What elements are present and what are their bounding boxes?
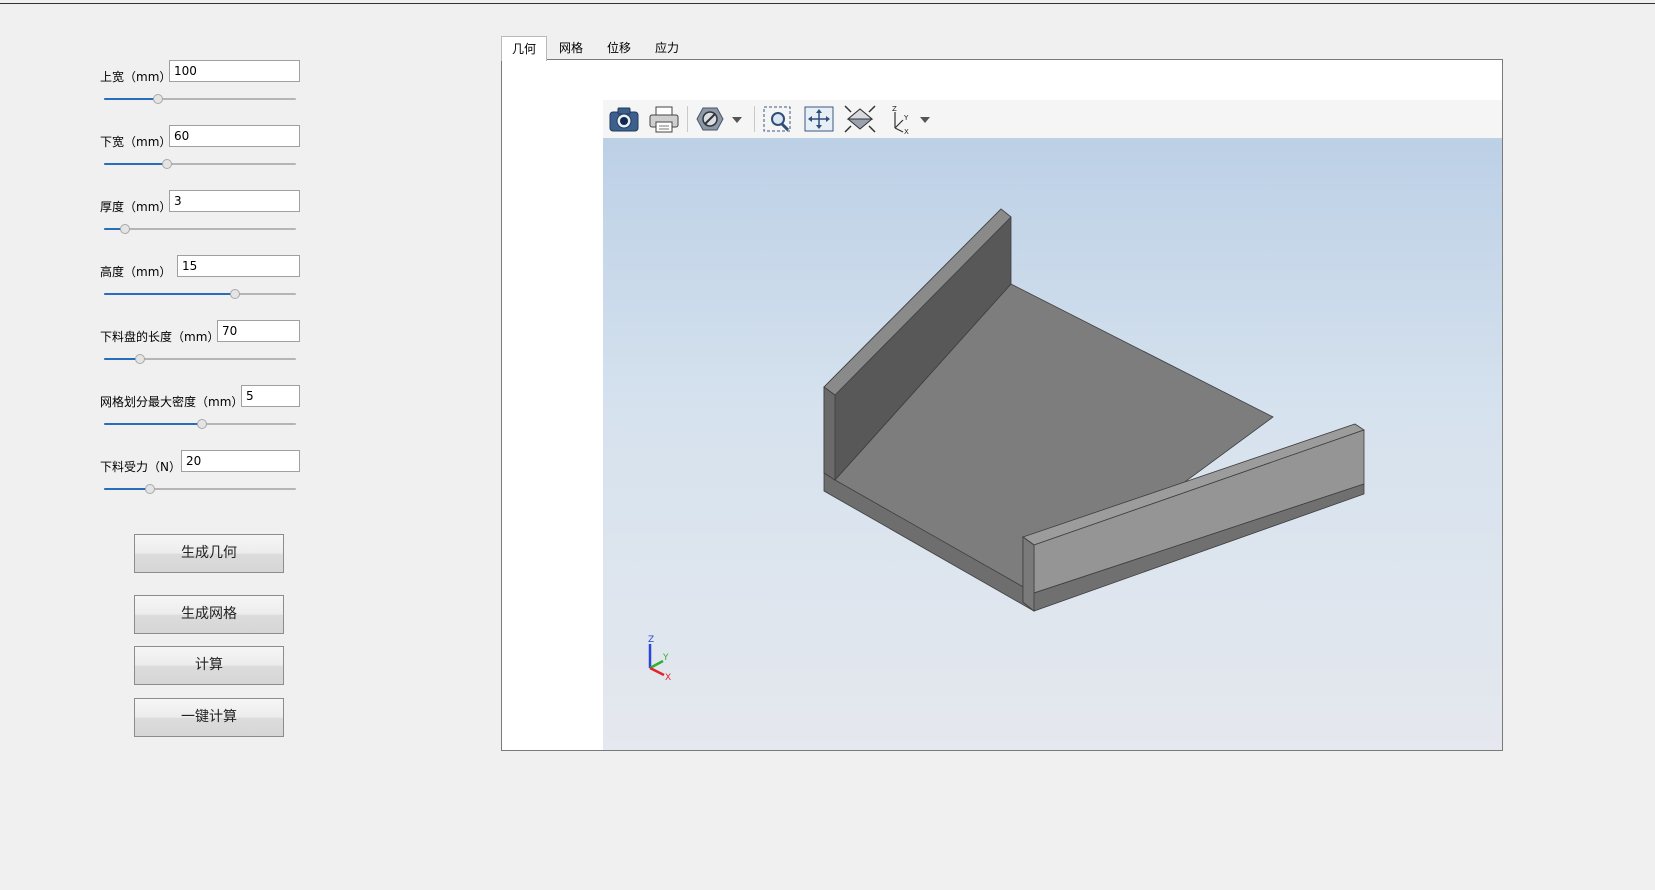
- param-load: 下料受力（N）: [100, 450, 300, 510]
- top-width-slider[interactable]: [104, 94, 296, 104]
- viewer-toolbar: Z Y X: [603, 100, 1502, 139]
- generate-geometry-button[interactable]: 生成几何: [134, 534, 284, 573]
- fit-all-icon[interactable]: [802, 104, 836, 134]
- axes-icon[interactable]: Z Y X: [883, 104, 935, 134]
- thickness-slider[interactable]: [104, 224, 296, 234]
- slider-fill: [104, 293, 235, 295]
- slider-handle[interactable]: [196, 419, 207, 429]
- thickness-input[interactable]: [169, 190, 300, 212]
- one-click-compute-button[interactable]: 一键计算: [134, 698, 284, 737]
- generate-mesh-button[interactable]: 生成网格: [134, 595, 284, 634]
- print-icon[interactable]: [647, 104, 681, 134]
- param-label: 厚度（mm）: [100, 200, 172, 214]
- param-height: 高度（mm）: [100, 255, 300, 315]
- toolbar-separator: [754, 106, 755, 132]
- slider-track: [104, 228, 296, 230]
- tab-displacement[interactable]: 位移: [597, 36, 641, 60]
- height-input[interactable]: [177, 255, 300, 277]
- slider-handle[interactable]: [229, 289, 240, 299]
- tray-model: [823, 208, 1365, 612]
- param-label: 下料盘的长度（mm）: [100, 330, 220, 344]
- slider-handle[interactable]: [145, 484, 156, 494]
- slider-fill: [104, 423, 202, 425]
- window-top-border: [0, 3, 1655, 4]
- param-bottom-width: 下宽（mm）: [100, 125, 300, 185]
- param-mesh-density: 网格划分最大密度（mm）: [100, 385, 300, 445]
- axis-y-label: Y: [662, 653, 669, 663]
- toolbar-separator: [687, 106, 688, 132]
- load-input[interactable]: [181, 450, 300, 472]
- compute-button[interactable]: 计算: [134, 646, 284, 685]
- zoom-window-icon[interactable]: [761, 104, 795, 134]
- view-fit-icon[interactable]: [843, 104, 877, 134]
- param-thickness: 厚度（mm）: [100, 190, 300, 250]
- param-top-width: 上宽（mm）: [100, 60, 300, 120]
- mesh-density-input[interactable]: [241, 385, 300, 407]
- mesh-density-slider[interactable]: [104, 419, 296, 429]
- bottom-width-slider[interactable]: [104, 159, 296, 169]
- axis-x-label: X: [665, 673, 671, 683]
- axis-triad-icon: Z Y X: [648, 635, 671, 683]
- load-slider[interactable]: [104, 484, 296, 494]
- camera-icon[interactable]: [607, 104, 641, 134]
- 3d-viewport[interactable]: Z Y X: [603, 138, 1502, 750]
- slider-fill: [104, 98, 158, 100]
- param-label: 网格划分最大密度（mm）: [100, 395, 244, 409]
- slider-handle[interactable]: [135, 354, 146, 364]
- param-label: 上宽（mm）: [100, 70, 172, 84]
- tray-length-input[interactable]: [217, 320, 300, 342]
- tray-length-slider[interactable]: [104, 354, 296, 364]
- tab-stress[interactable]: 应力: [645, 36, 689, 60]
- slider-handle[interactable]: [162, 159, 173, 169]
- toolbar-axis-x-label: X: [904, 128, 909, 134]
- slider-fill: [104, 488, 151, 490]
- param-label: 高度（mm）: [100, 265, 172, 279]
- toolbar-axis-z-label: Z: [892, 105, 897, 113]
- toolbar-axis-y-label: Y: [903, 114, 909, 122]
- param-label: 下料受力（N）: [100, 460, 181, 474]
- param-tray-length: 下料盘的长度（mm）: [100, 320, 300, 380]
- tab-geometry[interactable]: 几何: [501, 36, 547, 61]
- slider-handle[interactable]: [152, 94, 163, 104]
- display-mode-icon[interactable]: [695, 104, 747, 134]
- slider-fill: [104, 163, 168, 165]
- tab-mesh[interactable]: 网格: [549, 36, 593, 60]
- slider-handle[interactable]: [120, 224, 131, 234]
- height-slider[interactable]: [104, 289, 296, 299]
- axis-z-label: Z: [648, 635, 654, 645]
- param-label: 下宽（mm）: [100, 135, 172, 149]
- bottom-width-input[interactable]: [169, 125, 300, 147]
- top-width-input[interactable]: [169, 60, 300, 82]
